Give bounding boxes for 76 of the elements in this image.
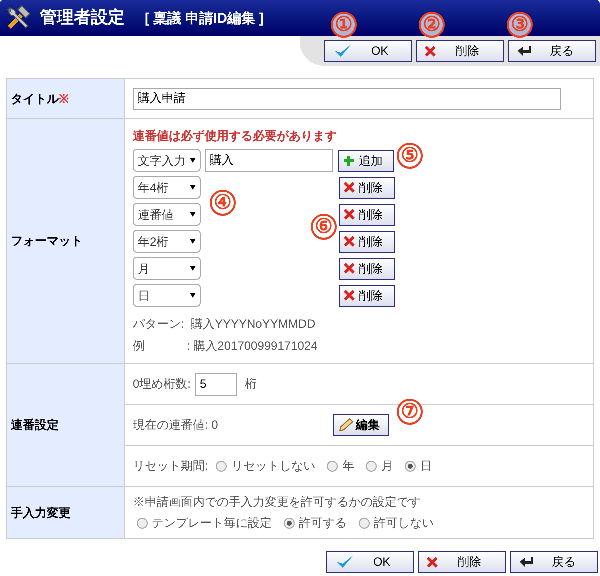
delete-button[interactable]: 削除 — [418, 551, 506, 573]
return-arrow-icon — [517, 45, 533, 57]
radio-label: 年 — [342, 458, 354, 475]
radio-label: 許可する — [299, 515, 347, 532]
delete-button[interactable]: 削除 — [339, 284, 395, 306]
delete-button[interactable]: 削除 — [416, 40, 504, 62]
radio-button[interactable] — [216, 460, 228, 472]
example-label: 例 — [133, 338, 146, 355]
close-icon — [427, 556, 438, 568]
check-icon — [333, 43, 353, 59]
delete-button[interactable]: 削除 — [339, 230, 395, 252]
radio-button[interactable] — [137, 518, 148, 528]
radio-label: 許可しない — [374, 515, 434, 532]
reset-label: リセット期間: — [133, 458, 208, 475]
title-input-field[interactable]: 購入申請 — [133, 88, 561, 110]
dropdown[interactable]: 年4桁 — [133, 176, 201, 199]
callout-number: ⑤ — [397, 143, 423, 169]
pencil-icon — [338, 418, 354, 432]
radio-label: 日 — [420, 458, 432, 475]
close-icon — [344, 290, 355, 301]
radio-button[interactable] — [284, 518, 295, 528]
caret-icon — [190, 185, 196, 190]
close-icon — [344, 236, 355, 247]
dropdown[interactable]: 年2桁 — [133, 230, 201, 253]
delete-button[interactable]: 削除 — [339, 258, 395, 280]
radio-button[interactable] — [366, 460, 378, 472]
pattern-value: 購入YYYYNoYYMMDD — [191, 316, 316, 333]
radio-label: テンプレート毎に設定 — [152, 515, 272, 532]
return-arrow-icon — [519, 556, 535, 568]
current-serial-text: 現在の連番値: 0 — [133, 417, 220, 434]
close-icon — [344, 263, 355, 274]
close-icon — [425, 46, 436, 56]
callout-number: ④ — [210, 190, 236, 216]
radio-label: リセットしない — [231, 458, 316, 475]
back-button[interactable]: 戻る — [508, 40, 596, 62]
add-button[interactable]: 追加 — [338, 150, 394, 172]
radio-button[interactable] — [359, 518, 370, 528]
dropdown[interactable]: 日 — [133, 284, 201, 307]
page-title: 管理者設定 — [40, 7, 125, 30]
row-label: フォーマット — [11, 233, 83, 250]
delete-button[interactable]: 削除 — [339, 204, 395, 226]
padding-label: 0埋め桁数: — [133, 376, 192, 393]
dropdown[interactable]: 月 — [133, 257, 201, 280]
note-text: ※申請画面内での手入力変更を許可するかの設定です — [133, 494, 422, 511]
pattern-label: パターン: — [133, 316, 186, 333]
radio-button[interactable] — [327, 460, 338, 472]
caret-icon — [190, 266, 196, 271]
radio-button[interactable] — [405, 460, 416, 472]
row-label: タイトル — [11, 90, 59, 108]
caret-icon — [190, 212, 196, 217]
check-icon — [335, 554, 355, 570]
plus-icon — [343, 154, 355, 166]
dropdown[interactable]: 文字入力 — [133, 149, 201, 172]
callout-number: ⑥ — [311, 214, 337, 240]
dropdown[interactable]: 連番値 — [133, 203, 201, 226]
close-icon — [344, 182, 355, 193]
close-icon — [344, 209, 355, 220]
warning-text: 連番値は必ず使用する必要があります — [133, 128, 338, 145]
callout-number: ⑦ — [397, 399, 423, 425]
caret-icon — [190, 158, 196, 163]
page-subtitle: [ 稟議 申請ID編集 ] — [145, 8, 264, 28]
unit-label: 桁 — [245, 376, 258, 393]
edit-button[interactable]: 編集 — [333, 414, 389, 436]
example-value: : 購入201700999171024 — [187, 338, 318, 355]
ok-button[interactable]: OK — [326, 551, 414, 573]
text-input-field[interactable]: 購入 — [205, 149, 333, 172]
back-button[interactable]: 戻る — [510, 551, 598, 573]
caret-icon — [190, 239, 196, 244]
row-label: 手入力変更 — [11, 504, 71, 522]
required-mark: ※ — [59, 90, 69, 108]
row-label: 連番設定 — [11, 417, 59, 434]
caret-icon — [190, 293, 196, 298]
padding-input-field[interactable]: 5 — [195, 372, 238, 396]
ok-button[interactable]: OK — [324, 40, 412, 62]
delete-button[interactable]: 削除 — [339, 176, 395, 198]
radio-label: 月 — [381, 458, 394, 475]
